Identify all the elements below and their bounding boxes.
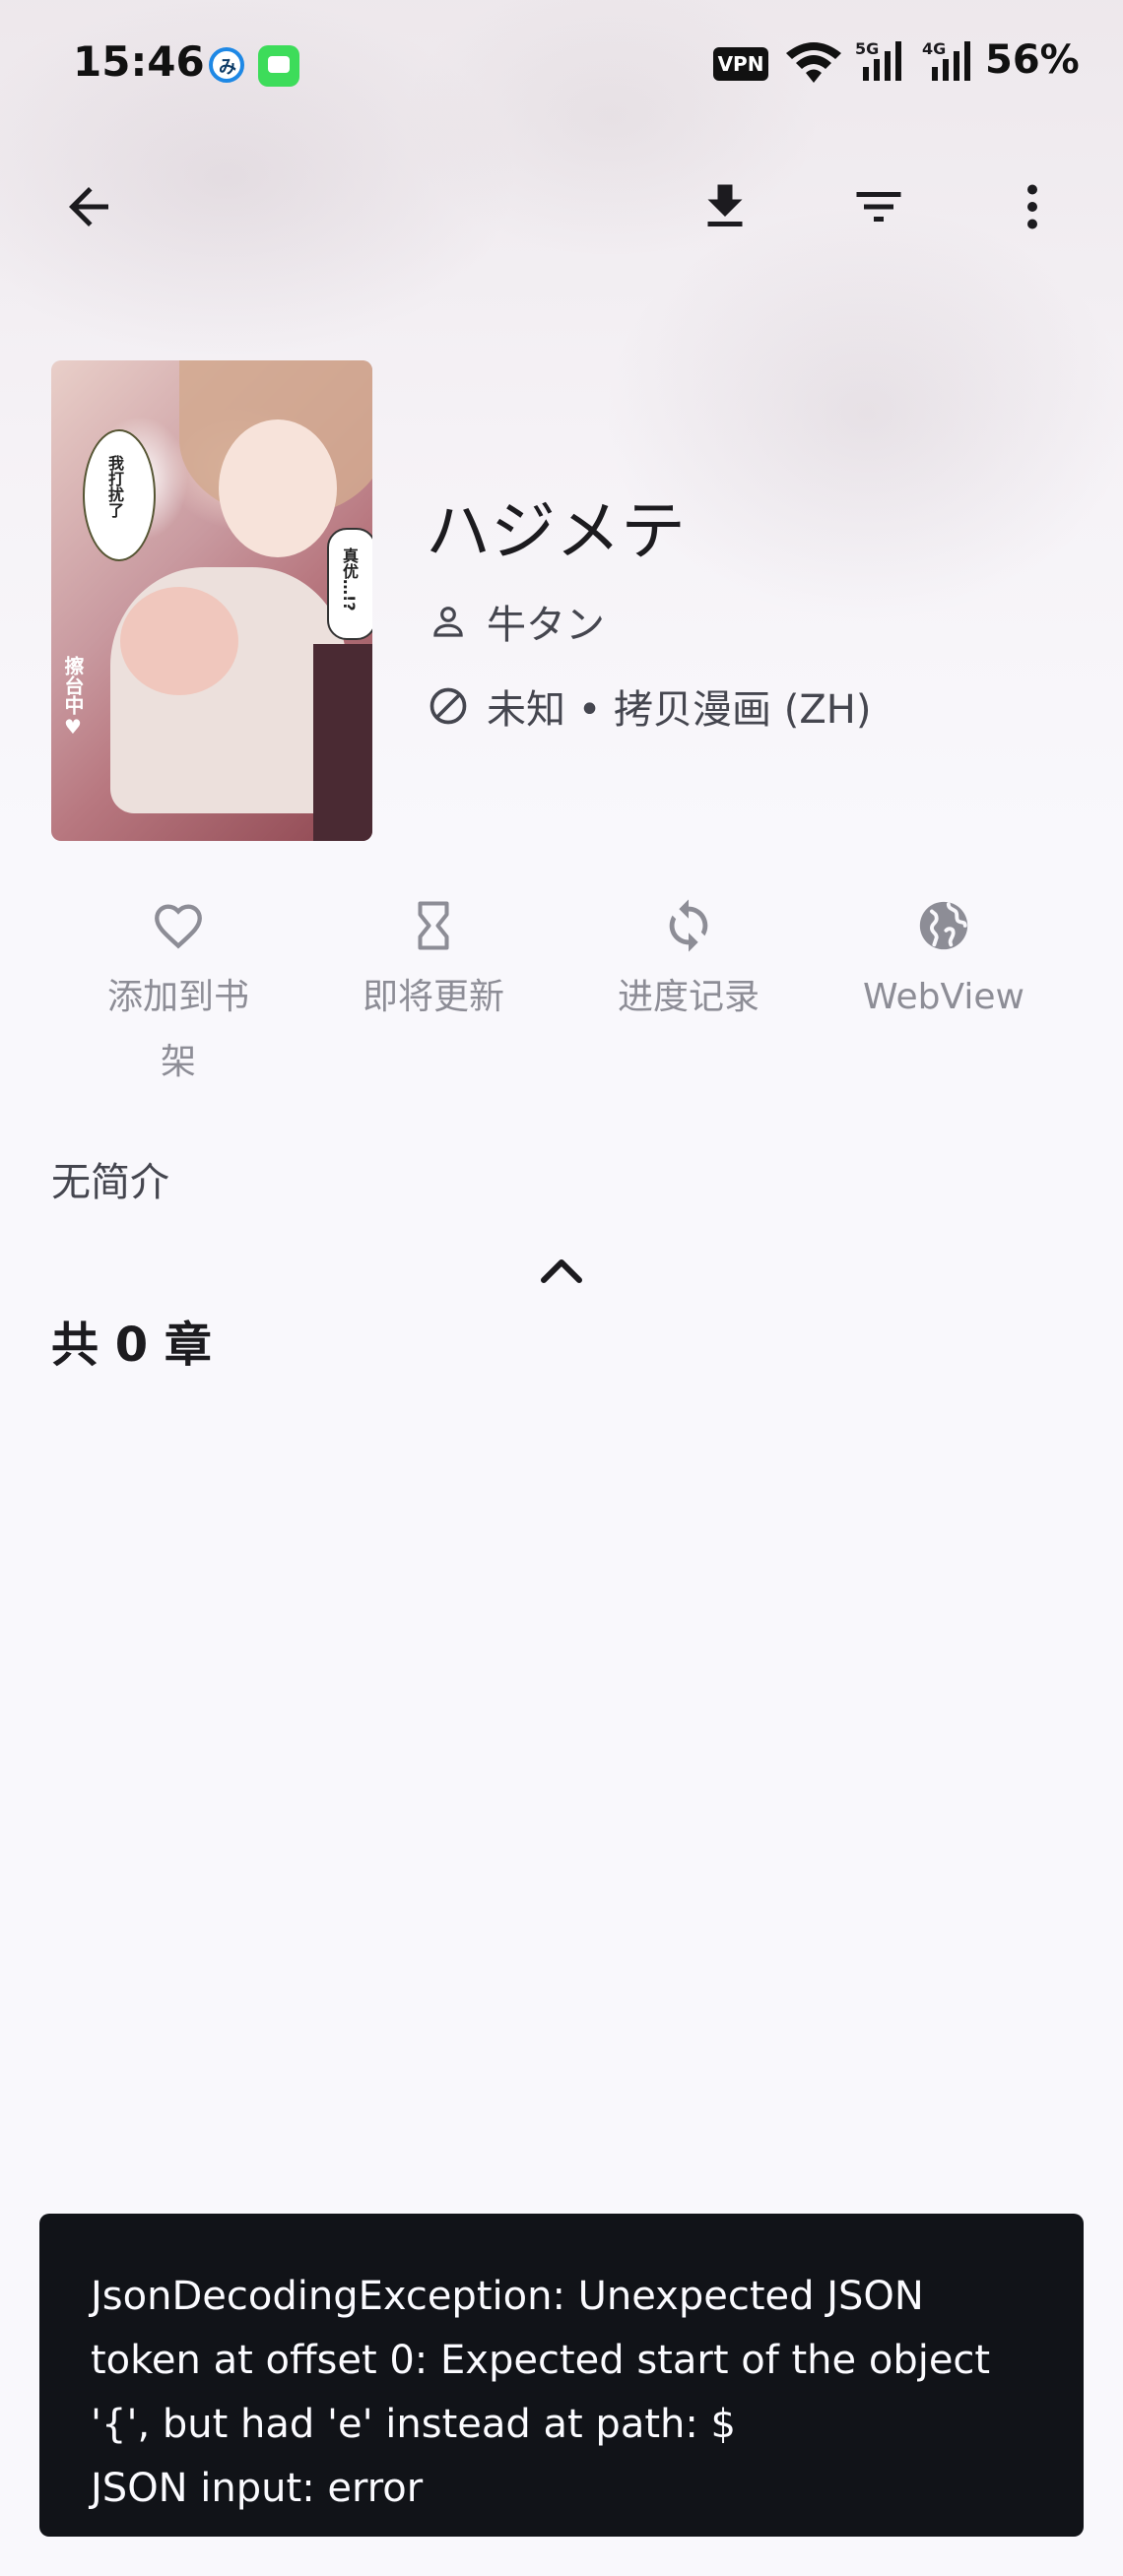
- description-text: 无简介: [51, 1160, 169, 1205]
- snackbar-line: '{', but had 'e' instead at path: $: [91, 2402, 736, 2447]
- add-to-library-label: 添加到书架: [106, 977, 249, 1082]
- filter-icon: [856, 192, 901, 222]
- cover-text: 擦台中♥: [61, 656, 85, 739]
- heart-outline-icon: [155, 904, 202, 949]
- webview-label: WebView: [863, 977, 1024, 1017]
- notification-app-icon: み: [209, 47, 244, 83]
- status-bar: 15:46 み VPN 5G 4G 56%: [0, 0, 1123, 128]
- more-options-button[interactable]: [983, 158, 1082, 256]
- battery-level: 56%: [985, 37, 1080, 83]
- cover-text: 真优…!?: [340, 547, 359, 612]
- error-snackbar: JsonDecodingException: Unexpected JSON t…: [39, 2214, 1084, 2537]
- filter-button[interactable]: [829, 158, 928, 256]
- snackbar-line: JsonDecodingException: Unexpected JSON: [91, 2274, 924, 2319]
- back-button[interactable]: [39, 158, 138, 256]
- signal-5g-icon: [863, 41, 901, 81]
- manga-cover[interactable]: 我打扰了 真优…!? 擦台中♥: [51, 360, 372, 841]
- chevron-up-icon: [541, 1259, 582, 1283]
- back-arrow-icon: [69, 187, 108, 226]
- collapse-description-button[interactable]: [532, 1249, 591, 1292]
- status-time: 15:46: [73, 37, 205, 86]
- snackbar-line: token at offset 0: Expected start of the…: [91, 2338, 991, 2383]
- status-source-row: 未知 • 拷贝漫画 (ZH): [426, 677, 871, 735]
- upcoming-updates-label: 即将更新: [362, 977, 504, 1017]
- tracking-button[interactable]: 进度记录: [570, 886, 807, 1030]
- tracking-label: 进度记录: [617, 977, 760, 1017]
- block-icon: [426, 683, 471, 729]
- download-icon: [707, 184, 743, 226]
- vpn-icon: VPN: [713, 47, 768, 81]
- author-name: 牛タン: [487, 603, 605, 648]
- manga-title: ハジメテ: [426, 493, 686, 569]
- chapter-count: 共 0 章: [51, 1318, 212, 1373]
- download-button[interactable]: [676, 158, 774, 256]
- messages-icon: [258, 45, 299, 87]
- snackbar-line: JSON input: error: [91, 2466, 424, 2511]
- add-to-library-button[interactable]: 添加到书架: [60, 886, 297, 1095]
- webview-button[interactable]: WebView: [826, 886, 1062, 1030]
- wifi-icon: [786, 42, 841, 83]
- hourglass-icon: [418, 901, 449, 950]
- globe-icon: [919, 901, 968, 950]
- status-source-text: 未知 • 拷贝漫画 (ZH): [487, 687, 872, 733]
- more-vert-icon: [1027, 184, 1037, 229]
- author-row[interactable]: 牛タン: [426, 593, 605, 650]
- signal-4g-icon: [932, 41, 970, 81]
- sync-icon: [669, 899, 708, 952]
- person-outline-icon: [426, 599, 471, 644]
- upcoming-updates-button[interactable]: 即将更新: [315, 886, 552, 1030]
- cover-text: 我打扰了: [105, 455, 124, 518]
